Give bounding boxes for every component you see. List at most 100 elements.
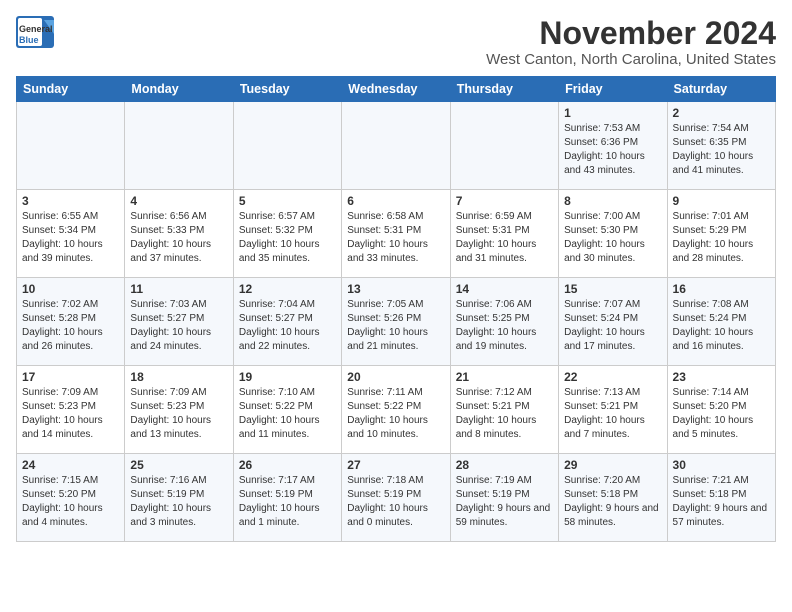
day-number: 19 <box>239 370 336 384</box>
day-number: 11 <box>130 282 227 296</box>
cell-w1-d7: 2 Sunrise: 7:54 AM Sunset: 6:35 PM Daylig… <box>667 102 775 190</box>
cell-w4-d3: 19 Sunrise: 7:10 AM Sunset: 5:22 PM Dayli… <box>233 366 341 454</box>
day-info: Sunrise: 7:11 AM Sunset: 5:22 PM Dayligh… <box>347 386 444 442</box>
cell-w2-d2: 4Sunrise: 6:56 AM Sunset: 5:33 PM Daylig… <box>125 190 233 278</box>
cell-w4-d2: 18 Sunrise: 7:09 AM Sunset: 5:23 PM Dayli… <box>125 366 233 454</box>
cell-w1-d4 <box>342 102 450 190</box>
week-row-4: 17 Sunrise: 7:09 AM Sunset: 5:23 PM Dayli… <box>17 366 776 454</box>
day-info: Sunrise: 7:01 AM Sunset: 5:29 PM Dayligh… <box>673 210 770 266</box>
day-info: Sunrise: 7:07 AM Sunset: 5:24 PM Dayligh… <box>564 298 661 354</box>
day-number: 17 <box>22 370 119 384</box>
col-thursday: Thursday <box>450 77 558 102</box>
cell-w4-d7: 23Sunrise: 7:14 AM Sunset: 5:20 PM Dayli… <box>667 366 775 454</box>
calendar-table: Sunday Monday Tuesday Wednesday Thursday… <box>16 76 776 542</box>
day-number: 20 <box>347 370 444 384</box>
col-friday: Friday <box>559 77 667 102</box>
day-number: 25 <box>130 458 227 472</box>
day-info: Sunrise: 7:16 AM Sunset: 5:19 PM Dayligh… <box>130 474 227 530</box>
day-info: Sunrise: 7:10 AM Sunset: 5:22 PM Dayligh… <box>239 386 336 442</box>
cell-w3-d1: 10 Sunrise: 7:02 AM Sunset: 5:28 PM Dayli… <box>17 278 125 366</box>
day-number: 1 <box>564 106 661 120</box>
cell-w5-d3: 26 Sunrise: 7:17 AM Sunset: 5:19 PM Dayli… <box>233 454 341 542</box>
day-info: Sunrise: 7:02 AM Sunset: 5:28 PM Dayligh… <box>22 298 119 354</box>
day-number: 29 <box>564 458 661 472</box>
day-info: Sunrise: 7:15 AM Sunset: 5:20 PM Dayligh… <box>22 474 119 530</box>
day-info: Sunrise: 7:19 AM Sunset: 5:19 PM Dayligh… <box>456 474 553 530</box>
day-number: 10 <box>22 282 119 296</box>
day-number: 9 <box>673 194 770 208</box>
page-header: General Blue November 2024 West Canton, … <box>16 16 776 68</box>
svg-text:General: General <box>19 24 53 34</box>
day-info: Sunrise: 6:55 AM Sunset: 5:34 PM Dayligh… <box>22 210 119 266</box>
cell-w2-d6: 8 Sunrise: 7:00 AM Sunset: 5:30 PM Daylig… <box>559 190 667 278</box>
day-info: Sunrise: 7:54 AM Sunset: 6:35 PM Dayligh… <box>673 122 770 178</box>
calendar-title: November 2024 <box>486 16 776 51</box>
day-number: 3 <box>22 194 119 208</box>
day-info: Sunrise: 6:58 AM Sunset: 5:31 PM Dayligh… <box>347 210 444 266</box>
cell-w3-d7: 16 Sunrise: 7:08 AM Sunset: 5:24 PM Dayli… <box>667 278 775 366</box>
logo-icon: General Blue <box>16 16 56 48</box>
cell-w5-d1: 24 Sunrise: 7:15 AM Sunset: 5:20 PM Dayli… <box>17 454 125 542</box>
day-info: Sunrise: 7:04 AM Sunset: 5:27 PM Dayligh… <box>239 298 336 354</box>
day-number: 30 <box>673 458 770 472</box>
day-number: 22 <box>564 370 661 384</box>
day-info: Sunrise: 7:08 AM Sunset: 5:24 PM Dayligh… <box>673 298 770 354</box>
cell-w2-d4: 6 Sunrise: 6:58 AM Sunset: 5:31 PM Daylig… <box>342 190 450 278</box>
day-number: 2 <box>673 106 770 120</box>
day-info: Sunrise: 7:17 AM Sunset: 5:19 PM Dayligh… <box>239 474 336 530</box>
col-saturday: Saturday <box>667 77 775 102</box>
cell-w2-d3: 5Sunrise: 6:57 AM Sunset: 5:32 PM Daylig… <box>233 190 341 278</box>
cell-w5-d2: 25 Sunrise: 7:16 AM Sunset: 5:19 PM Dayli… <box>125 454 233 542</box>
day-info: Sunrise: 7:00 AM Sunset: 5:30 PM Dayligh… <box>564 210 661 266</box>
day-number: 12 <box>239 282 336 296</box>
cell-w1-d3 <box>233 102 341 190</box>
cell-w2-d1: 3 Sunrise: 6:55 AM Sunset: 5:34 PM Daylig… <box>17 190 125 278</box>
logo: General Blue <box>16 16 56 48</box>
week-row-1: 1 Sunrise: 7:53 AM Sunset: 6:36 PM Daylig… <box>17 102 776 190</box>
day-info: Sunrise: 7:03 AM Sunset: 5:27 PM Dayligh… <box>130 298 227 354</box>
cell-w1-d6: 1 Sunrise: 7:53 AM Sunset: 6:36 PM Daylig… <box>559 102 667 190</box>
day-info: Sunrise: 7:09 AM Sunset: 5:23 PM Dayligh… <box>22 386 119 442</box>
cell-w3-d6: 15 Sunrise: 7:07 AM Sunset: 5:24 PM Dayli… <box>559 278 667 366</box>
day-number: 28 <box>456 458 553 472</box>
day-number: 7 <box>456 194 553 208</box>
col-monday: Monday <box>125 77 233 102</box>
day-number: 4 <box>130 194 227 208</box>
calendar-subtitle: West Canton, North Carolina, United Stat… <box>486 51 776 68</box>
day-number: 13 <box>347 282 444 296</box>
week-row-3: 10 Sunrise: 7:02 AM Sunset: 5:28 PM Dayli… <box>17 278 776 366</box>
day-number: 15 <box>564 282 661 296</box>
cell-w3-d4: 13 Sunrise: 7:05 AM Sunset: 5:26 PM Dayli… <box>342 278 450 366</box>
day-info: Sunrise: 7:05 AM Sunset: 5:26 PM Dayligh… <box>347 298 444 354</box>
day-info: Sunrise: 7:14 AM Sunset: 5:20 PM Dayligh… <box>673 386 770 442</box>
day-number: 26 <box>239 458 336 472</box>
day-info: Sunrise: 7:20 AM Sunset: 5:18 PM Dayligh… <box>564 474 661 530</box>
day-number: 18 <box>130 370 227 384</box>
cell-w5-d6: 29 Sunrise: 7:20 AM Sunset: 5:18 PM Dayli… <box>559 454 667 542</box>
day-number: 21 <box>456 370 553 384</box>
day-number: 6 <box>347 194 444 208</box>
day-info: Sunrise: 7:53 AM Sunset: 6:36 PM Dayligh… <box>564 122 661 178</box>
cell-w4-d6: 22 Sunrise: 7:13 AM Sunset: 5:21 PM Dayli… <box>559 366 667 454</box>
col-tuesday: Tuesday <box>233 77 341 102</box>
day-info: Sunrise: 7:13 AM Sunset: 5:21 PM Dayligh… <box>564 386 661 442</box>
day-number: 24 <box>22 458 119 472</box>
cell-w5-d4: 27Sunrise: 7:18 AM Sunset: 5:19 PM Dayli… <box>342 454 450 542</box>
calendar-header-row: Sunday Monday Tuesday Wednesday Thursday… <box>17 77 776 102</box>
cell-w1-d1 <box>17 102 125 190</box>
week-row-2: 3 Sunrise: 6:55 AM Sunset: 5:34 PM Daylig… <box>17 190 776 278</box>
cell-w5-d7: 30 Sunrise: 7:21 AM Sunset: 5:18 PM Dayli… <box>667 454 775 542</box>
day-number: 8 <box>564 194 661 208</box>
day-number: 27 <box>347 458 444 472</box>
svg-text:Blue: Blue <box>19 35 39 45</box>
week-row-5: 24 Sunrise: 7:15 AM Sunset: 5:20 PM Dayli… <box>17 454 776 542</box>
day-info: Sunrise: 6:59 AM Sunset: 5:31 PM Dayligh… <box>456 210 553 266</box>
day-info: Sunrise: 7:06 AM Sunset: 5:25 PM Dayligh… <box>456 298 553 354</box>
cell-w2-d5: 7 Sunrise: 6:59 AM Sunset: 5:31 PM Daylig… <box>450 190 558 278</box>
cell-w4-d1: 17 Sunrise: 7:09 AM Sunset: 5:23 PM Dayli… <box>17 366 125 454</box>
day-info: Sunrise: 7:12 AM Sunset: 5:21 PM Dayligh… <box>456 386 553 442</box>
cell-w2-d7: 9 Sunrise: 7:01 AM Sunset: 5:29 PM Daylig… <box>667 190 775 278</box>
day-info: Sunrise: 7:09 AM Sunset: 5:23 PM Dayligh… <box>130 386 227 442</box>
day-info: Sunrise: 7:21 AM Sunset: 5:18 PM Dayligh… <box>673 474 770 530</box>
day-number: 16 <box>673 282 770 296</box>
